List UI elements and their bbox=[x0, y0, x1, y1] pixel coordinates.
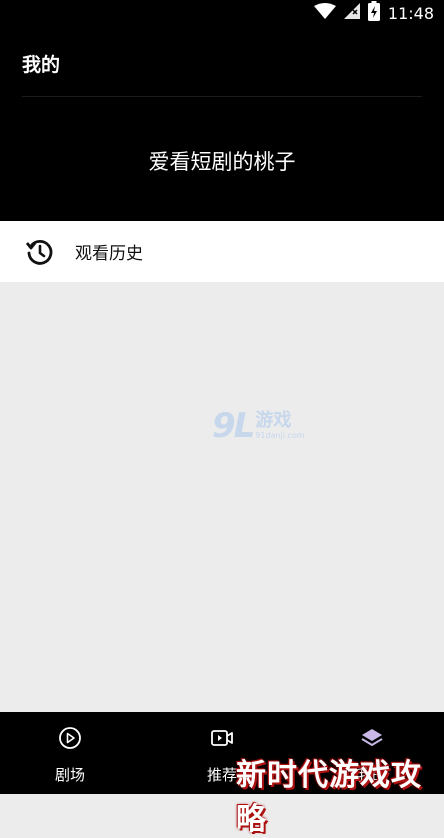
play-circle-icon bbox=[58, 726, 82, 750]
battery-charging-icon bbox=[367, 1, 380, 25]
history-icon bbox=[25, 237, 55, 267]
status-time: 11:48 bbox=[387, 3, 434, 23]
header-divider bbox=[22, 96, 422, 97]
nav-item-theater[interactable]: 剧场 bbox=[30, 712, 110, 794]
watermark-url: 91danji.com bbox=[255, 431, 305, 440]
layers-icon bbox=[360, 726, 384, 750]
signal-off-icon bbox=[343, 3, 360, 23]
overlay-banner: 新时代游戏攻略 bbox=[236, 758, 422, 837]
history-content-area: 9L 游戏 91danji.com bbox=[0, 282, 444, 712]
status-bar: 11:48 bbox=[0, 0, 444, 26]
page-title: 我的 bbox=[22, 54, 61, 76]
wifi-icon bbox=[313, 2, 336, 24]
video-icon bbox=[210, 726, 234, 750]
username[interactable]: 爱看短剧的桃子 bbox=[0, 146, 444, 176]
watermark: 9L 游戏 91danji.com bbox=[212, 406, 305, 446]
history-label: 观看历史 bbox=[75, 244, 143, 264]
nav-label-theater: 剧场 bbox=[54, 766, 85, 784]
status-icons: 11:48 bbox=[313, 1, 434, 25]
watermark-name: 游戏 bbox=[255, 410, 292, 431]
watch-history-row[interactable]: 观看历史 bbox=[0, 221, 444, 282]
profile-header: 我的 爱看短剧的桃子 bbox=[0, 26, 444, 221]
watermark-logo: 9L bbox=[212, 406, 255, 446]
